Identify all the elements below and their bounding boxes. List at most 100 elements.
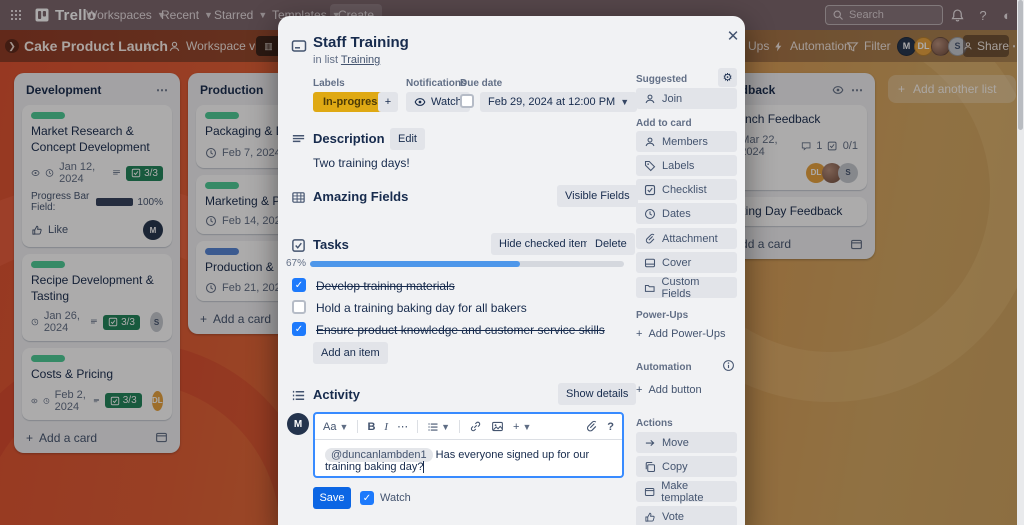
add-to-card-heading: Add to card [636, 118, 692, 129]
task-item[interactable]: Hold a training baking day for all baker… [316, 301, 527, 315]
task-checkbox-unchecked[interactable] [292, 300, 306, 314]
due-date-button[interactable]: Feb 29, 2024 at 12:00 PM ▼ [480, 92, 638, 112]
make-template-label: Make template [661, 479, 704, 504]
chevron-down-icon: ▼ [522, 421, 532, 432]
attachment-icon[interactable] [585, 420, 598, 433]
scrollbar-thumb[interactable] [1018, 0, 1023, 130]
labels-button[interactable]: Labels [636, 155, 737, 176]
plus-icon: + [384, 96, 392, 108]
checklist-percent: 67% [286, 258, 307, 269]
cover-label: Cover [662, 256, 692, 269]
link-icon[interactable] [469, 420, 482, 433]
list-format-button[interactable]: ▼ [427, 421, 450, 433]
person-icon [645, 94, 655, 104]
insert-more-button[interactable]: + ▼ [513, 421, 531, 433]
edit-description-button[interactable]: Edit [390, 128, 425, 150]
folder-icon [644, 284, 655, 292]
custom-fields-powerup-icon [292, 192, 305, 203]
attachment-label: Attachment [662, 232, 718, 245]
checklist-button[interactable]: Checklist [636, 179, 737, 200]
list-link[interactable]: Training [341, 54, 380, 66]
image-icon[interactable] [491, 420, 504, 433]
suggested-heading: Suggested [636, 74, 688, 85]
task-checkbox-checked[interactable]: ✓ [292, 322, 306, 336]
attachment-button[interactable]: Attachment [636, 228, 737, 249]
save-comment-button[interactable]: Save [313, 487, 351, 509]
card-title[interactable]: Staff Training [313, 34, 409, 51]
members-button[interactable]: Members [636, 131, 737, 152]
info-icon[interactable] [722, 359, 735, 372]
visible-fields-button[interactable]: Visible Fields [557, 185, 638, 207]
avatar: M [287, 413, 309, 435]
screen: Trello Workspaces ▼ Recent ▼ Starred ▼ Temp… [0, 0, 1024, 525]
task-item[interactable]: Develop training materials [316, 279, 455, 293]
watch-comment-checkbox[interactable]: ✓ [360, 491, 374, 505]
copy-label: Copy [662, 460, 688, 473]
description-text[interactable]: Two training days! [313, 156, 410, 170]
bold-button[interactable]: B [367, 421, 375, 433]
save-label: Save [319, 492, 345, 504]
add-button-label: Add button [648, 384, 702, 396]
add-powerups-label: Add Power-Ups [648, 328, 726, 340]
task-checkbox-checked[interactable]: ✓ [292, 278, 306, 292]
comment-editor[interactable]: Aa ▼ B I ⋯ ▼ + ▼ ? @duncanlambden1 Has e… [313, 412, 624, 478]
amazing-fields-heading: Amazing Fields [313, 189, 409, 204]
plus-icon: + [636, 384, 643, 396]
activity-icon [292, 390, 305, 401]
settings-button[interactable]: ⚙ [718, 68, 737, 87]
due-date-checkbox[interactable] [460, 94, 474, 108]
thumbs-up-icon [645, 512, 655, 522]
custom-fields-label: Custom Fields [661, 275, 700, 300]
notifications-heading: Notifications [406, 78, 467, 89]
custom-fields-button[interactable]: Custom Fields [636, 275, 737, 300]
clock-icon [644, 208, 656, 219]
description-heading: Description [313, 131, 385, 146]
card-subtitle: in list Training [313, 54, 380, 66]
tasks-progress-fill [310, 261, 521, 267]
eye-icon [414, 98, 426, 106]
copy-icon [645, 461, 656, 472]
card-icon [291, 40, 307, 52]
more-formatting-button[interactable]: ⋯ [397, 420, 408, 433]
cover-button[interactable]: Cover [636, 252, 737, 273]
dates-label: Dates [662, 207, 691, 220]
delete-label: Delete [595, 238, 627, 250]
add-powerups-button[interactable]: + Add Power-Ups [636, 328, 725, 340]
watch-checkbox-label: Watch [380, 492, 411, 504]
dates-button[interactable]: Dates [636, 203, 737, 224]
text-cursor [423, 461, 425, 474]
text-styles-button[interactable]: Aa ▼ [323, 421, 348, 433]
comment-text-area[interactable]: @duncanlambden1 Has everyone signed up f… [315, 440, 622, 482]
checklist-progress-track [310, 261, 624, 267]
close-modal-button[interactable]: ✕ [721, 24, 745, 48]
add-button-button[interactable]: + Add button [636, 384, 702, 396]
editor-help-button[interactable]: ? [607, 421, 614, 433]
italic-button[interactable]: I [384, 421, 388, 433]
delete-checklist-button[interactable]: Delete [587, 233, 635, 255]
automation-heading: Automation [636, 362, 692, 373]
checklist-icon [644, 184, 656, 195]
add-checklist-item-button[interactable]: Add an item [313, 342, 388, 364]
page-scrollbar[interactable] [1017, 0, 1024, 525]
add-item-label: Add an item [321, 347, 380, 359]
task-item[interactable]: Ensure product knowledge and customer se… [316, 323, 605, 337]
show-details-button[interactable]: Show details [558, 383, 637, 405]
card-modal: ✕ Staff Training in list Training Labels… [278, 16, 745, 525]
make-template-button[interactable]: Make template [636, 479, 737, 504]
label-text: In-progress [323, 96, 384, 108]
paperclip-icon [645, 233, 655, 244]
move-button[interactable]: Move [636, 432, 737, 453]
join-label: Join [662, 92, 683, 105]
copy-button[interactable]: Copy [636, 456, 737, 477]
tag-icon [644, 160, 656, 171]
add-label-button[interactable]: + [378, 92, 398, 112]
checklist-label: Checklist [662, 183, 707, 196]
close-icon: ✕ [726, 28, 740, 45]
chevron-down-icon: ▼ [620, 97, 630, 107]
vote-button[interactable]: Vote [636, 506, 737, 525]
join-button[interactable]: Join [636, 88, 737, 109]
vote-label: Vote [662, 510, 685, 523]
mention-pill[interactable]: @duncanlambden1 [325, 448, 433, 462]
members-label: Members [662, 135, 708, 148]
person-icon [645, 137, 655, 147]
